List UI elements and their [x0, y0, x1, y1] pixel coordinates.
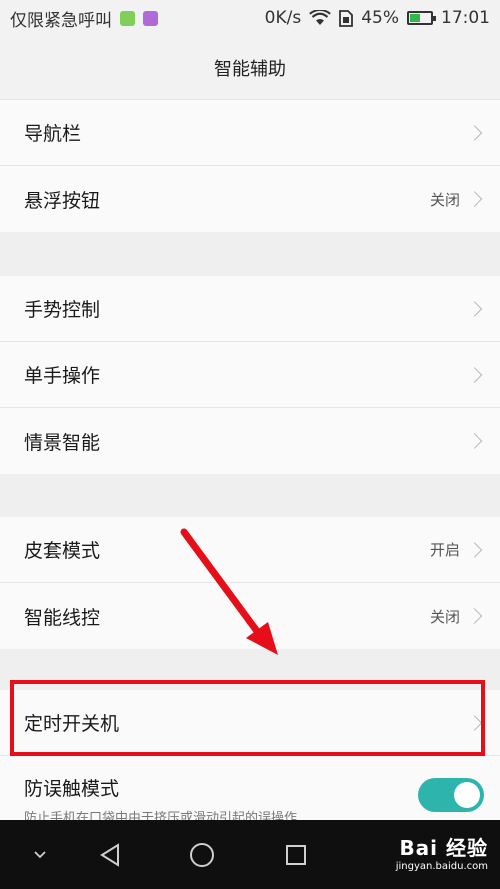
row-nav-bar[interactable]: 导航栏: [0, 100, 500, 166]
nav-down-button[interactable]: [20, 820, 60, 889]
row-value: 开启: [429, 541, 460, 559]
nav-back-icon: [100, 842, 119, 867]
toggle-knob: [454, 782, 480, 808]
baidu-watermark: Bai 经验 jingyan.baidu.com: [396, 832, 488, 872]
gallery-notification-icon: [143, 10, 158, 26]
row-label: 手势控制: [24, 299, 101, 321]
carrier-text: 仅限紧急呼叫: [10, 10, 112, 31]
watermark-main: Bai 经验: [399, 836, 488, 860]
chevron-right-icon: [466, 433, 483, 449]
chevron-right-icon: [466, 191, 483, 207]
app-notification-icon: [120, 10, 135, 26]
accidental-touch-toggle[interactable]: [418, 778, 484, 812]
row-label: 皮套模式: [24, 540, 101, 562]
row-floating-button[interactable]: 悬浮按钮 关闭: [0, 166, 500, 232]
row-label: 智能线控: [24, 606, 101, 629]
title-bar: 智能辅助: [0, 36, 500, 100]
chevron-right-icon: [466, 300, 483, 317]
chevron-right-icon: [466, 366, 483, 383]
row-smart-wire-control[interactable]: 智能线控 关闭: [0, 583, 500, 649]
row-one-hand[interactable]: 单手操作: [0, 342, 500, 408]
wifi-icon: [309, 10, 332, 25]
sim-icon: [339, 9, 354, 27]
clock: 17:01: [441, 8, 490, 28]
row-label: 悬浮按钮: [24, 189, 101, 212]
nav-recent-button[interactable]: [274, 820, 318, 889]
chevron-right-icon: [466, 608, 483, 624]
nav-down-icon: [34, 850, 46, 858]
navigation-bar: Bai 经验 jingyan.baidu.com: [0, 820, 500, 889]
nav-back-button[interactable]: [88, 820, 132, 889]
row-scene-smart[interactable]: 情景智能: [0, 408, 500, 474]
row-value: 关闭: [429, 607, 460, 626]
settings-group-3: 皮套模式 开启 智能线控 关闭: [0, 517, 500, 649]
battery-icon: [407, 11, 436, 25]
row-cover-mode[interactable]: 皮套模式 开启: [0, 517, 500, 583]
row-label: 情景智能: [24, 431, 101, 454]
chevron-right-icon: [466, 124, 483, 141]
row-value: 关闭: [429, 190, 460, 209]
nav-recent-icon: [286, 844, 306, 865]
highlight-box: [10, 680, 485, 756]
settings-group-1: 导航栏 悬浮按钮 关闭: [0, 100, 500, 232]
nav-home-icon: [190, 842, 214, 867]
settings-group-2: 手势控制 单手操作 情景智能: [0, 276, 500, 474]
row-gesture-control[interactable]: 手势控制: [0, 276, 500, 342]
network-speed: 0K/s: [264, 8, 302, 28]
battery-text: 45%: [361, 8, 399, 28]
nav-home-button[interactable]: [180, 820, 224, 889]
watermark-sub: jingyan.baidu.com: [395, 861, 488, 872]
row-label: 导航栏: [24, 123, 82, 145]
page-title: 智能辅助: [214, 58, 286, 80]
status-bar: 仅限紧急呼叫 0K/s 45% 17:01: [0, 0, 500, 36]
row-label: 防误触模式: [24, 778, 120, 800]
chevron-right-icon: [466, 541, 483, 558]
row-label: 单手操作: [24, 365, 101, 387]
